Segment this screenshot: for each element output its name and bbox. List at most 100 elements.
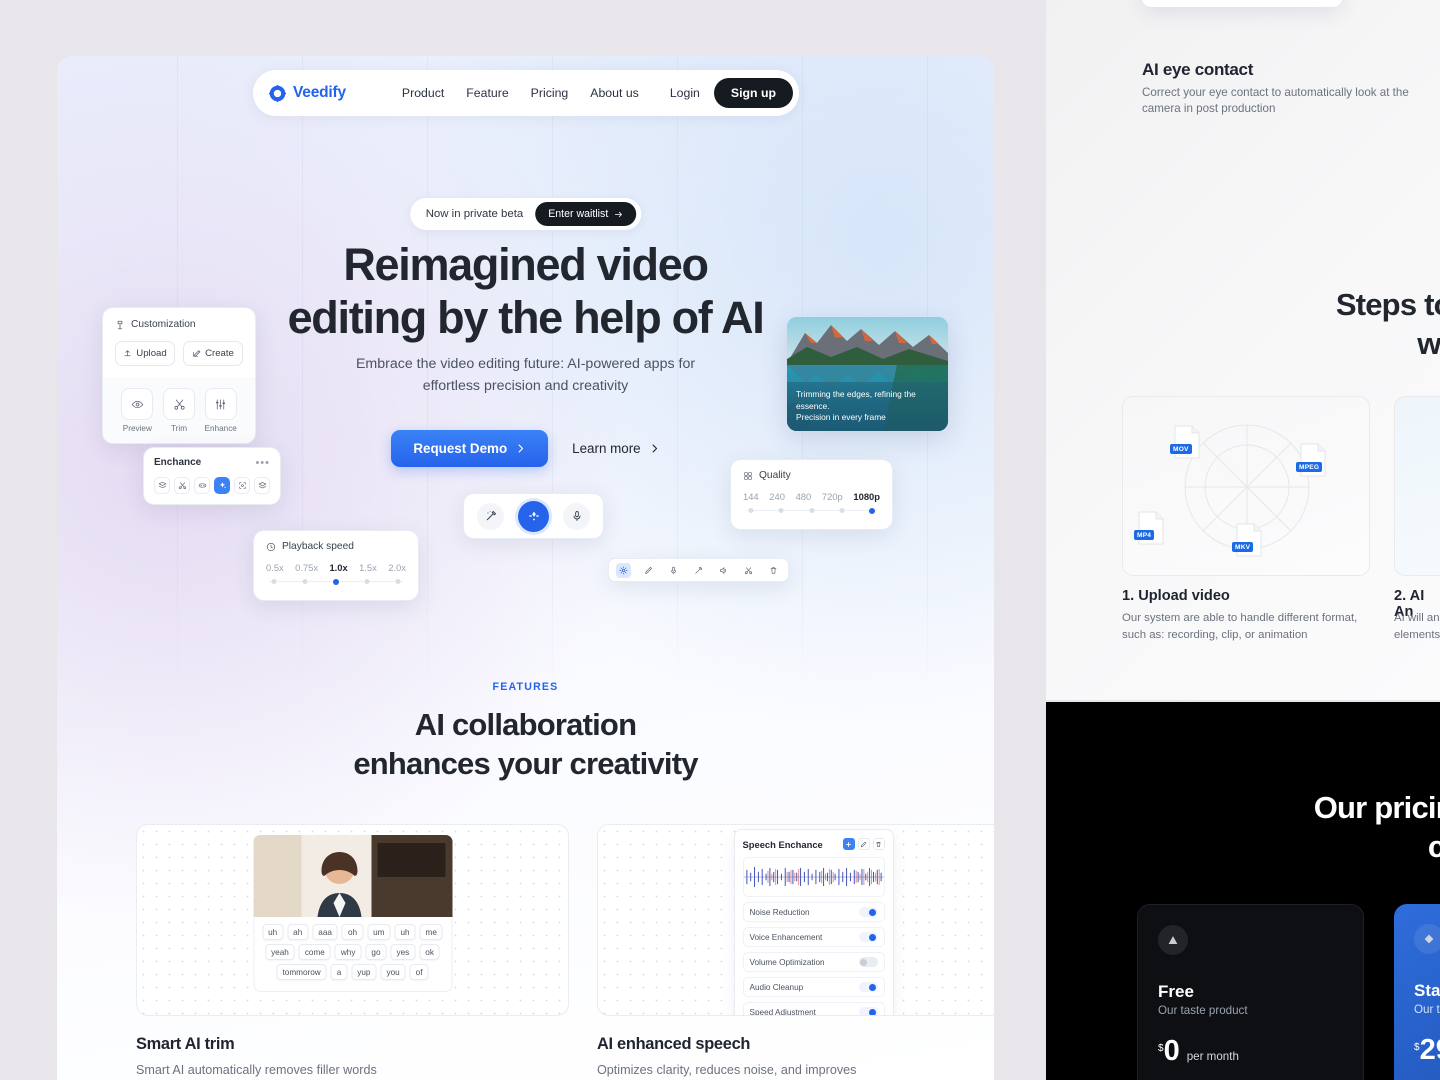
microphone-round-button[interactable] bbox=[563, 502, 590, 530]
tool-preview[interactable]: Preview bbox=[121, 388, 154, 433]
speed-adjustment-toggle[interactable] bbox=[858, 1007, 878, 1015]
video-preview-thumbnail[interactable]: Trimming the edges, refining the essence… bbox=[787, 317, 948, 431]
noise-reduction-toggle[interactable] bbox=[858, 907, 878, 917]
chip[interactable]: come bbox=[298, 944, 331, 960]
chip[interactable]: you bbox=[380, 964, 406, 980]
upload-icon bbox=[124, 350, 131, 357]
enchance-menu-button[interactable]: ••• bbox=[255, 457, 270, 468]
nav-link-feature[interactable]: Feature bbox=[466, 86, 508, 100]
quality-option-4[interactable]: 1080p bbox=[853, 491, 880, 502]
toggle-row-voice-enhancement: Voice Enhancement bbox=[742, 927, 885, 947]
video-caption-line-2: Precision in every frame bbox=[796, 411, 886, 422]
brand-name: Veedify bbox=[293, 84, 346, 101]
nav-link-product[interactable]: Product bbox=[402, 86, 444, 100]
format-badge-mov: MOV bbox=[1170, 425, 1201, 459]
quality-slider[interactable] bbox=[743, 506, 880, 516]
learn-more-button[interactable]: Learn more bbox=[572, 441, 659, 456]
chip-row-2: yeah come why go yes ok bbox=[260, 944, 445, 960]
edit-button[interactable] bbox=[857, 838, 870, 850]
chip[interactable]: tommorow bbox=[276, 964, 327, 980]
trash-toolbar-button[interactable] bbox=[766, 563, 781, 578]
chip[interactable]: uh bbox=[394, 924, 416, 940]
design-canvas: Veedify Product Feature Pricing About us… bbox=[0, 0, 1440, 1080]
quality-option-1[interactable]: 240 bbox=[769, 491, 785, 502]
triangle-icon bbox=[1168, 936, 1178, 944]
audio-cleanup-toggle[interactable] bbox=[858, 982, 878, 992]
mask-icon-button[interactable] bbox=[194, 477, 210, 494]
editor-toolbar bbox=[608, 558, 789, 582]
chip[interactable]: go bbox=[365, 944, 387, 960]
stack-icon-button[interactable] bbox=[254, 477, 270, 494]
request-demo-button[interactable]: Request Demo bbox=[391, 430, 549, 467]
microphone-toolbar-button[interactable] bbox=[666, 563, 681, 578]
quality-option-2[interactable]: 480 bbox=[796, 491, 812, 502]
pencil-toolbar-button[interactable] bbox=[641, 563, 656, 578]
brand-logo[interactable]: Veedify bbox=[269, 84, 346, 102]
chip[interactable]: yes bbox=[390, 944, 416, 960]
tool-trim[interactable]: Trim bbox=[163, 388, 196, 433]
settings-toolbar-button[interactable] bbox=[616, 562, 631, 578]
speed-option-1[interactable]: 0.75x bbox=[295, 562, 318, 573]
step-desc-line-2: elements a bbox=[1394, 628, 1440, 641]
scissors-toolbar-button[interactable] bbox=[741, 563, 756, 578]
audio-waveform bbox=[742, 857, 885, 897]
playback-speed-slider[interactable] bbox=[266, 577, 406, 587]
add-button[interactable] bbox=[842, 838, 855, 850]
speech-panel-header: Speech Enchance bbox=[743, 838, 885, 850]
speed-option-4[interactable]: 2.0x bbox=[388, 562, 406, 573]
step-desc-line-1: AI will anal bbox=[1394, 612, 1440, 624]
chip[interactable]: of bbox=[409, 964, 429, 980]
scissors-icon-button[interactable] bbox=[174, 477, 190, 494]
volume-toolbar-button[interactable] bbox=[716, 563, 731, 578]
upload-button[interactable]: Upload bbox=[115, 341, 175, 366]
speed-option-0[interactable]: 0.5x bbox=[266, 562, 284, 573]
scissors-icon bbox=[178, 482, 186, 490]
chip[interactable]: um bbox=[367, 924, 391, 940]
features-heading-line-1: AI collaboration bbox=[414, 707, 637, 742]
speed-option-2[interactable]: 1.0x bbox=[329, 562, 347, 573]
slider-dot-0 bbox=[271, 579, 277, 584]
pencil-icon bbox=[645, 566, 652, 574]
login-link[interactable]: Login bbox=[670, 86, 700, 100]
nav-links: Product Feature Pricing About us bbox=[402, 86, 639, 100]
enter-waitlist-button[interactable]: Enter waitlist bbox=[535, 202, 637, 226]
chip[interactable]: oh bbox=[341, 924, 364, 940]
slider-dot-3 bbox=[839, 508, 845, 513]
layers-icon-button[interactable] bbox=[154, 477, 170, 494]
crop-focus-icon-button[interactable] bbox=[234, 477, 250, 494]
sparkle-icon-button[interactable] bbox=[214, 477, 230, 494]
chip[interactable]: yeah bbox=[265, 944, 295, 960]
chip[interactable]: uh bbox=[262, 924, 284, 940]
signup-button[interactable]: Sign up bbox=[713, 78, 793, 108]
magic-wand-toolbar-button[interactable] bbox=[691, 563, 706, 578]
create-button[interactable]: Create bbox=[183, 341, 243, 366]
nav-link-about-us[interactable]: About us bbox=[590, 86, 639, 100]
slider-dot-2-active bbox=[333, 578, 339, 585]
magic-wand-round-button[interactable] bbox=[477, 502, 504, 530]
toggle-knob bbox=[869, 933, 876, 941]
toggle-knob bbox=[860, 958, 867, 966]
step-description-1: Our system are able to handle different … bbox=[1122, 610, 1372, 643]
delete-button[interactable] bbox=[872, 838, 885, 850]
tool-enhance[interactable]: Enhance bbox=[204, 388, 237, 433]
nav-link-pricing[interactable]: Pricing bbox=[531, 86, 569, 100]
quality-option-3[interactable]: 720p bbox=[822, 491, 843, 502]
feature-description: Optimizes clarity, reduces noise, and im… bbox=[597, 1061, 994, 1080]
eye-contact-player-card: 00.12 - 01.05 bbox=[1142, 0, 1342, 7]
chip[interactable]: yup bbox=[351, 964, 377, 980]
trim-mock: uh ah aaa oh um uh me yeah come why go y… bbox=[253, 835, 452, 992]
chip[interactable]: me bbox=[419, 924, 443, 940]
volume-optimization-toggle[interactable] bbox=[858, 957, 878, 967]
chip[interactable]: ah bbox=[287, 924, 309, 940]
chip[interactable]: a bbox=[330, 964, 348, 980]
chip[interactable]: why bbox=[334, 944, 362, 960]
chip[interactable]: aaa bbox=[312, 924, 338, 940]
quality-option-0[interactable]: 144 bbox=[743, 491, 759, 502]
chip[interactable]: ok bbox=[419, 944, 440, 960]
sparkle-diamond-round-button[interactable] bbox=[518, 500, 549, 532]
feature-card-ai-enhanced-speech: Speech Enchance Noise Reduction Voice En… bbox=[597, 824, 994, 1080]
voice-enhancement-toggle[interactable] bbox=[858, 932, 878, 942]
playback-speed-label: Playback speed bbox=[282, 541, 354, 552]
slider-dot-4-active bbox=[868, 507, 875, 514]
speed-option-3[interactable]: 1.5x bbox=[359, 562, 377, 573]
